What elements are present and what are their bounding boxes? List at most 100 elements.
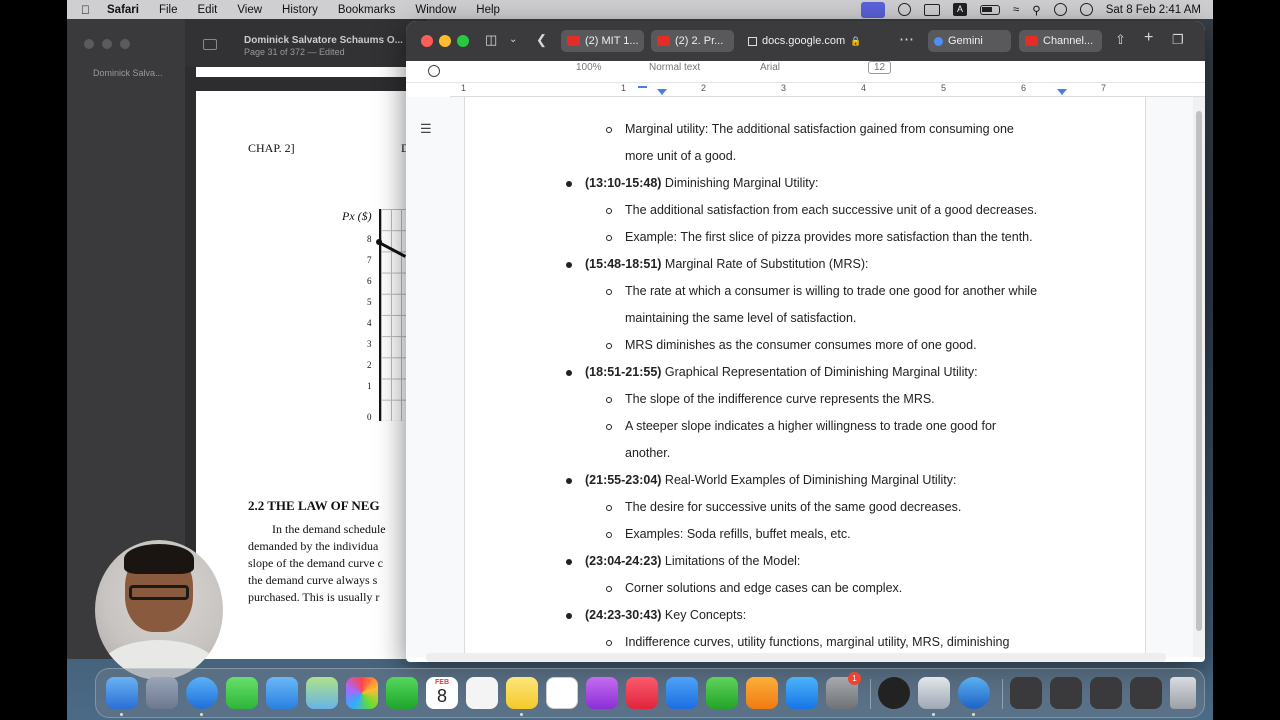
vertical-scroll-thumb[interactable] — [1196, 111, 1202, 631]
podcasts-icon[interactable] — [586, 677, 618, 709]
more-icon[interactable]: ⋯ — [899, 30, 914, 48]
control-center-icon[interactable] — [1053, 3, 1067, 16]
minimized-window-icon[interactable] — [1090, 677, 1122, 709]
menu-edit[interactable]: Edit — [198, 4, 218, 16]
screen-recorder-icon[interactable] — [878, 677, 910, 709]
minimized-window-icon[interactable] — [1050, 677, 1082, 709]
sub-list-item[interactable]: maintaining the same level of satisfacti… — [625, 311, 856, 325]
battery-icon[interactable] — [979, 4, 1000, 15]
menu-window[interactable]: Window — [415, 4, 456, 16]
minimized-window-icon[interactable] — [1010, 677, 1042, 709]
app-store-icon[interactable] — [786, 677, 818, 709]
sub-list-item[interactable]: another. — [625, 446, 670, 460]
sub-list-item[interactable]: Corner solutions and edge cases can be c… — [625, 581, 902, 595]
sub-list-item[interactable]: Indifference curves, utility functions, … — [625, 635, 1009, 649]
messages-icon[interactable] — [226, 677, 258, 709]
menu-file[interactable]: File — [159, 4, 178, 16]
cleaner-icon[interactable] — [897, 3, 911, 16]
zoom-select[interactable]: 100% — [576, 62, 602, 73]
left-indent-marker[interactable] — [657, 89, 667, 95]
ruler-number: 7 — [1101, 83, 1107, 93]
display-icon[interactable] — [923, 3, 940, 16]
zoom-button[interactable] — [457, 35, 469, 47]
freeform-icon[interactable] — [546, 677, 578, 709]
menu-view[interactable]: View — [237, 4, 262, 16]
share-icon[interactable]: ⇧ — [1115, 32, 1126, 48]
preview-zoom-button[interactable] — [120, 39, 130, 49]
sub-list-item[interactable]: more unit of a good. — [625, 149, 736, 163]
document-body[interactable]: Marginal utility: The additional satisfa… — [465, 97, 1147, 657]
input-source-icon[interactable]: A — [952, 3, 967, 16]
list-item[interactable]: (15:48-18:51) Marginal Rate of Substitut… — [585, 257, 868, 271]
siri-icon[interactable] — [1079, 3, 1093, 16]
back-icon[interactable]: ❮ — [536, 32, 547, 48]
outline-icon[interactable]: ☰ — [420, 121, 434, 137]
minimized-window-icon[interactable] — [1130, 677, 1162, 709]
new-tab-icon[interactable]: + — [1144, 29, 1153, 47]
tab-google-docs[interactable]: docs.google.com 🔒 — [742, 30, 892, 52]
facetime-icon[interactable] — [386, 677, 418, 709]
sub-list-item[interactable]: Marginal utility: The additional satisfa… — [625, 122, 1014, 136]
menu-bookmarks[interactable]: Bookmarks — [338, 4, 396, 16]
sub-list-item[interactable]: The slope of the indifference curve repr… — [625, 392, 935, 406]
sub-list-item[interactable]: Example: The first slice of pizza provid… — [625, 230, 1033, 244]
preview-close-button[interactable] — [84, 39, 94, 49]
sub-list-item[interactable]: The additional satisfaction from each su… — [625, 203, 1037, 217]
keynote-icon[interactable] — [666, 677, 698, 709]
safari-icon[interactable] — [186, 677, 218, 709]
first-line-indent-marker[interactable] — [638, 86, 647, 88]
sub-list-item[interactable]: A steeper slope indicates a higher willi… — [625, 419, 996, 433]
sub-list-item[interactable]: Examples: Soda refills, buffet meals, et… — [625, 527, 851, 541]
menu-history[interactable]: History — [282, 4, 318, 16]
search-icon[interactable] — [428, 65, 440, 77]
numbers-icon[interactable] — [706, 677, 738, 709]
sidebar-toggle-icon[interactable] — [203, 39, 217, 50]
minimize-button[interactable] — [439, 35, 451, 47]
menu-clock[interactable]: Sat 8 Feb 2:41 AM — [1106, 4, 1201, 16]
wifi-icon[interactable]: ≈ — [1013, 4, 1019, 16]
tab-channel[interactable]: Channel... — [1019, 30, 1102, 52]
spotlight-icon[interactable]: ⚲ — [1032, 3, 1040, 17]
style-select[interactable]: Normal text — [649, 62, 700, 73]
list-item[interactable]: (18:51-21:55) Graphical Representation o… — [585, 365, 978, 379]
font-select[interactable]: Arial — [760, 62, 780, 73]
list-item[interactable]: (21:55-23:04) Real-World Examples of Dim… — [585, 473, 956, 487]
document-page[interactable]: Marginal utility: The additional satisfa… — [464, 97, 1146, 657]
reminders-icon[interactable] — [466, 677, 498, 709]
sub-list-item[interactable]: The desire for successive units of the s… — [625, 500, 961, 514]
tab-overview-icon[interactable]: ❐ — [1172, 32, 1184, 48]
sub-list-item[interactable]: The rate at which a consumer is willing … — [625, 284, 1037, 298]
list-item[interactable]: (24:23-30:43) Key Concepts: — [585, 608, 746, 622]
menu-help[interactable]: Help — [476, 4, 500, 16]
safari-toolbar: ◫ ⌄ ❮ (2) MIT 1... (2) 2. Pr... docs.goo… — [406, 21, 1205, 61]
chevron-down-icon[interactable]: ⌄ — [509, 34, 517, 45]
horizontal-scrollbar[interactable] — [426, 653, 1166, 662]
finder-icon[interactable] — [106, 677, 138, 709]
maps-icon[interactable] — [306, 677, 338, 709]
menu-app-name[interactable]: Safari — [107, 4, 139, 16]
screen-record-icon[interactable] — [860, 1, 885, 18]
font-size-field[interactable]: 12 — [868, 61, 892, 74]
music-icon[interactable] — [626, 677, 658, 709]
trash-icon[interactable] — [1170, 677, 1196, 709]
tab-mit[interactable]: (2) MIT 1... — [561, 30, 644, 52]
preview-icon[interactable] — [918, 677, 950, 709]
calendar-icon[interactable]: FEB 8 — [426, 677, 458, 709]
right-indent-marker[interactable] — [1057, 89, 1067, 95]
sub-list-item[interactable]: MRS diminishes as the consumer consumes … — [625, 338, 977, 352]
list-item[interactable]: (23:04-24:23) Limitations of the Model: — [585, 554, 800, 568]
close-button[interactable] — [421, 35, 433, 47]
list-item[interactable]: (13:10-15:48) Diminishing Marginal Utili… — [585, 176, 818, 190]
quicktime-icon[interactable] — [958, 677, 990, 709]
photos-icon[interactable] — [346, 677, 378, 709]
launchpad-icon[interactable] — [146, 677, 178, 709]
preview-minimize-button[interactable] — [102, 39, 112, 49]
tab-lecture[interactable]: (2) 2. Pr... — [651, 30, 734, 52]
apple-menu-icon[interactable]:  — [81, 3, 95, 17]
preview-sidebar-item[interactable]: Dominick Salva... — [93, 68, 163, 78]
pages-icon[interactable] — [746, 677, 778, 709]
mail-icon[interactable] — [266, 677, 298, 709]
tab-gemini[interactable]: Gemini — [928, 30, 1011, 52]
notes-icon[interactable] — [506, 677, 538, 709]
sidebar-icon[interactable]: ◫ — [485, 32, 497, 48]
